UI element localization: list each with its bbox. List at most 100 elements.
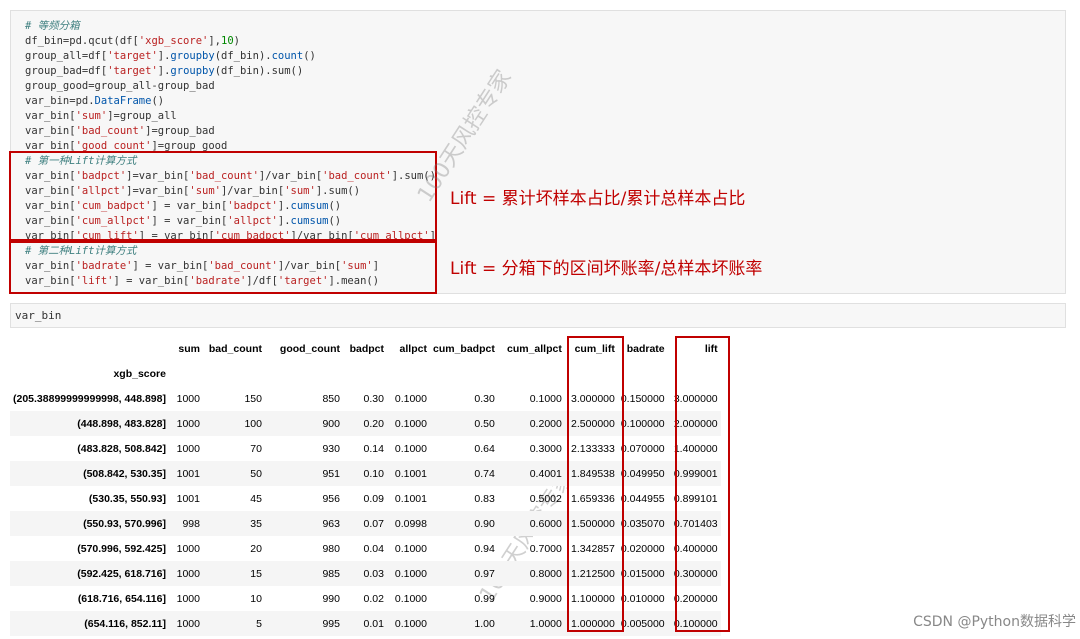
lift-formula-1: Lift = 累计坏样本占比/累计总样本占比: [450, 189, 746, 209]
table-cell: 951: [322, 467, 340, 480]
lift-formula-2: Lift = 分箱下的区间坏账率/总样本坏账率: [450, 259, 763, 279]
table-cell: 0.7000: [529, 542, 562, 555]
table-cell: 1000: [176, 442, 200, 455]
varbin-code: var_bin: [15, 309, 62, 322]
table-cell: 1000: [176, 617, 200, 630]
table-cell: 0.64: [474, 442, 495, 455]
table-cell: 1001: [176, 492, 200, 505]
table-cell: 0.07: [363, 517, 384, 530]
table-cell: 35: [250, 517, 262, 530]
row-index: (592.425, 618.716]: [77, 567, 166, 580]
row-index: (483.828, 508.842]: [77, 442, 166, 455]
table-cell: 900: [322, 417, 340, 430]
blank-cell: [618, 361, 668, 386]
table-cell: 0.97: [474, 567, 495, 580]
table-cell: 0.1000: [394, 417, 427, 430]
table-cell: 0.9000: [529, 592, 562, 605]
code-line: group_good=group_all-group_bad: [25, 79, 436, 94]
lift-method1-highlight: [9, 151, 437, 241]
table-cell: 956: [322, 492, 340, 505]
table-cell: 0.20: [363, 417, 384, 430]
row-index: (654.116, 852.11]: [84, 617, 166, 630]
code-token: DataFrame: [94, 95, 152, 107]
table-cell: 0.04: [363, 542, 384, 555]
table-cell: 0.99: [474, 592, 495, 605]
code-line: df_bin=pd.qcut(df['xgb_score'],10): [25, 34, 436, 49]
table-cell: 50: [250, 467, 262, 480]
table-cell: 70: [250, 442, 262, 455]
table-cell: 0.50: [474, 417, 495, 430]
table-cell: 0.4001: [529, 467, 562, 480]
table-cell: 1000: [176, 592, 200, 605]
table-cell: 0.94: [474, 542, 495, 555]
code-token: count: [271, 50, 304, 62]
table-cell: 0.1000: [394, 542, 427, 555]
code-line: var_bin=pd.DataFrame(): [25, 94, 436, 109]
table-cell: 0.30: [474, 392, 495, 405]
code-token: var_bin=pd.: [25, 95, 95, 107]
table-cell: 850: [322, 392, 340, 405]
row-index: (530.35, 550.93]: [88, 492, 166, 505]
table-cell: 0.03: [363, 567, 384, 580]
table-cell: 0.1000: [394, 392, 427, 405]
table-cell: 0.2000: [529, 417, 562, 430]
table-cell: 20: [250, 542, 262, 555]
code-token: group_all=df[: [25, 50, 108, 62]
column-header: cum_badpct: [432, 342, 495, 355]
code-token: (): [303, 50, 316, 62]
blank-cell: [169, 361, 203, 386]
table-cell: 963: [322, 517, 340, 530]
code-line: group_all=df['target'].groupby(df_bin).c…: [25, 49, 436, 64]
table-cell: 1000: [176, 542, 200, 555]
varbin-code-cell[interactable]: var_bin: [10, 303, 1066, 328]
row-index: (570.996, 592.425]: [77, 542, 166, 555]
code-token: 'xgb_score': [138, 35, 209, 47]
code-line: # 等频分箱: [25, 19, 436, 34]
table-cell: 0.1000: [394, 442, 427, 455]
table-cell: 985: [322, 567, 340, 580]
row-index: (550.93, 570.996]: [83, 517, 166, 530]
table-cell: 0.90: [474, 517, 495, 530]
header-blank: [10, 336, 169, 361]
code-token: (df_bin).sum(): [214, 65, 304, 77]
blank-cell: [265, 361, 343, 386]
column-header: cum_allpct: [506, 342, 562, 355]
column-header: bad_count: [208, 342, 262, 355]
table-cell: 0.6000: [529, 517, 562, 530]
table-cell: 0.1000: [529, 392, 562, 405]
blank-cell: [203, 361, 265, 386]
code-token: 'target': [107, 50, 158, 62]
code-token: (): [151, 95, 165, 107]
code-token: ): [233, 35, 240, 47]
code-token: ]=group_bad: [145, 125, 215, 137]
table-cell: 0.1000: [394, 567, 427, 580]
table-cell: 1000: [176, 567, 200, 580]
table-cell: 0.070000: [620, 442, 665, 455]
column-header: allpct: [399, 342, 427, 355]
code-token: 10: [221, 35, 234, 47]
blank-cell: [430, 361, 498, 386]
cum-lift-highlight: [567, 336, 624, 632]
table-cell: 0.035070: [620, 517, 665, 530]
code-line: var_bin['bad_count']=group_bad: [25, 124, 436, 139]
column-header: badpct: [349, 342, 384, 355]
credit-text: CSDN @Python数据科学: [913, 614, 1076, 630]
table-cell: 15: [250, 567, 262, 580]
table-cell: 150: [244, 392, 262, 405]
table-cell: 0.010000: [620, 592, 665, 605]
row-index: (618.716, 654.116]: [77, 592, 166, 605]
table-cell: 0.8000: [529, 567, 562, 580]
table-cell: 0.044955: [620, 492, 665, 505]
table-cell: 0.015000: [620, 567, 665, 580]
column-header: badrate: [626, 342, 665, 355]
table-cell: 0.100000: [620, 417, 665, 430]
code-token: group_good=group_all-group_bad: [25, 80, 215, 92]
lift-method2-highlight: [9, 241, 437, 294]
code-line: group_bad=df['target'].groupby(df_bin).s…: [25, 64, 436, 79]
table-cell: 0.1000: [394, 592, 427, 605]
table-cell: 0.83: [474, 492, 495, 505]
table-cell: 1001: [176, 467, 200, 480]
code-token: ],: [208, 35, 221, 47]
table-cell: 0.020000: [620, 542, 665, 555]
blank-cell: [498, 361, 565, 386]
